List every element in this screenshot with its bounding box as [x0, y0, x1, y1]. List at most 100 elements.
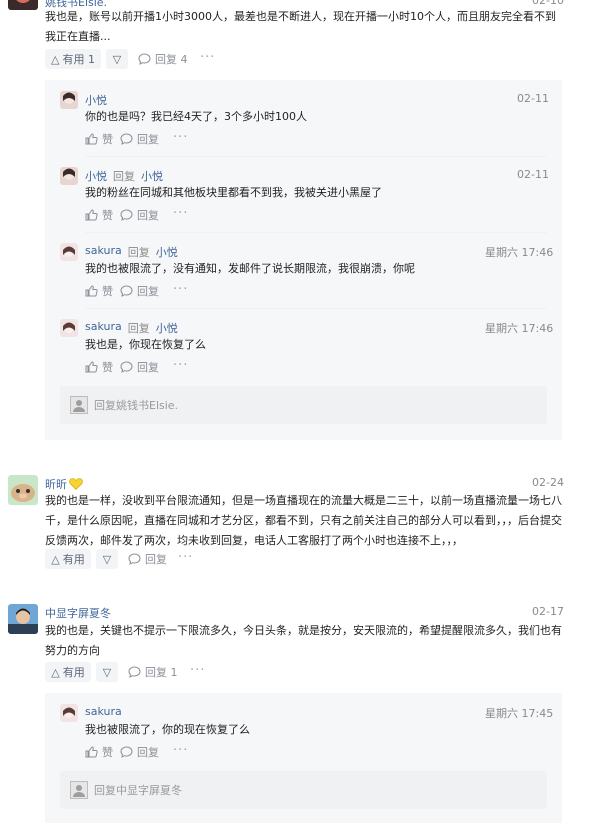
comment-icon: [120, 361, 133, 373]
reply-thread: 小悦 02-11 你的也是吗？我已经4天了，3个多小时100人 赞 回复 ···…: [45, 80, 562, 440]
reply-label: 回复: [137, 133, 159, 146]
more-options-button[interactable]: ···: [173, 206, 188, 221]
reply-date: 星期六 17:45: [485, 707, 554, 720]
more-options-button[interactable]: ···: [200, 50, 215, 65]
reply-label: 回复: [137, 285, 159, 298]
more-options-button[interactable]: ···: [173, 130, 188, 145]
downvote-button[interactable]: ▽: [106, 49, 128, 69]
reply-author[interactable]: 小悦: [85, 92, 107, 108]
useful-button[interactable]: △ 有用: [45, 549, 91, 569]
like-button[interactable]: 赞: [85, 744, 113, 760]
avatar[interactable]: [60, 167, 78, 185]
avatar[interactable]: [8, 0, 38, 10]
reply-count-label: 回复 1: [145, 666, 178, 679]
comment-icon: [120, 285, 133, 297]
reply-author[interactable]: sakura: [85, 320, 122, 336]
comment-text: 我的也是一样，没收到平台限流通知，但是一场直播现在的流量大概是二三十，以前一场直…: [45, 494, 562, 547]
reply-author[interactable]: 小悦: [85, 168, 107, 184]
divider: [85, 232, 547, 233]
thumb-up-icon: [85, 209, 98, 221]
like-button[interactable]: 赞: [85, 359, 113, 375]
avatar[interactable]: [60, 243, 78, 261]
like-button[interactable]: 赞: [85, 131, 113, 147]
reply-target[interactable]: 小悦: [156, 244, 178, 260]
like-label: 赞: [102, 361, 113, 374]
thumb-down-icon: ▽: [102, 552, 112, 566]
comment-date: 02-10: [532, 0, 564, 7]
divider: [85, 308, 547, 309]
comment-icon: [128, 553, 141, 565]
useful-label: 有用: [62, 666, 85, 679]
reply-author[interactable]: sakura: [85, 705, 122, 718]
user-avatar-icon: [70, 396, 88, 414]
useful-label: 有用 1: [62, 53, 95, 66]
reply-toggle-button[interactable]: 回复: [128, 551, 167, 567]
comment-icon: [120, 133, 133, 145]
comment-icon: [128, 666, 141, 678]
more-options-button[interactable]: ···: [173, 358, 188, 373]
reply-text: 我也是，你现在恢复了么: [85, 338, 206, 351]
reply-button[interactable]: 回复: [120, 131, 159, 147]
thumb-up-icon: [85, 361, 98, 373]
thumb-down-icon: ▽: [112, 52, 122, 66]
like-label: 赞: [102, 133, 113, 146]
useful-button[interactable]: △ 有用: [45, 662, 91, 682]
reply-label: 回复: [137, 361, 159, 374]
reply-date: 02-11: [517, 92, 549, 105]
reply-to-word: 回复: [113, 170, 135, 183]
reply-date: 星期六 17:46: [485, 322, 554, 335]
reply-author[interactable]: sakura: [85, 244, 122, 260]
reply-date: 02-11: [517, 168, 549, 181]
downvote-button[interactable]: ▽: [96, 549, 118, 569]
comment-date: 02-24: [532, 476, 564, 489]
thumb-down-icon: ▽: [102, 665, 112, 679]
reply-button[interactable]: 回复: [120, 283, 159, 299]
reply-count-label: 回复 4: [155, 53, 188, 66]
avatar[interactable]: [8, 604, 38, 634]
reply-input-placeholder: 回复姚钱书Elsie.: [94, 399, 179, 412]
comment-text: 我也是，账号以前开播1小时3000人，最差也是不断进人，现在开播一小时10个人，…: [45, 10, 556, 43]
divider: [85, 156, 547, 157]
thumb-up-icon: [85, 746, 98, 758]
like-label: 赞: [102, 746, 113, 759]
useful-button[interactable]: △ 有用 1: [45, 49, 101, 69]
reply-button[interactable]: 回复: [120, 359, 159, 375]
reply-toggle-button[interactable]: 回复 1: [128, 664, 178, 680]
thumb-up-icon: △: [51, 52, 60, 66]
avatar[interactable]: [60, 704, 78, 722]
reply-toggle-button[interactable]: 回复 4: [138, 51, 188, 67]
avatar[interactable]: [8, 475, 38, 505]
avatar[interactable]: [60, 319, 78, 337]
reply-to-word: 回复: [127, 246, 150, 259]
comment-icon: [138, 53, 151, 65]
reply-input[interactable]: 回复中显字屏夏冬: [60, 771, 547, 809]
downvote-button[interactable]: ▽: [96, 662, 118, 682]
commenter-name[interactable]: 中显字屏夏冬: [45, 605, 111, 621]
reply-button[interactable]: 回复: [120, 744, 159, 760]
like-button[interactable]: 赞: [85, 207, 113, 223]
like-label: 赞: [102, 285, 113, 298]
reply-input[interactable]: 回复姚钱书Elsie.: [60, 386, 547, 424]
avatar[interactable]: [60, 91, 78, 109]
thumb-up-icon: [85, 285, 98, 297]
more-options-button[interactable]: ···: [173, 282, 188, 297]
reply-label: 回复: [137, 746, 159, 759]
more-options-button[interactable]: ···: [178, 550, 193, 565]
thumb-up-icon: △: [51, 665, 60, 679]
like-label: 赞: [102, 209, 113, 222]
heart-icon: [69, 478, 83, 490]
reply-text: 你的也是吗？我已经4天了，3个多小时100人: [85, 110, 307, 123]
reply-button[interactable]: 回复: [120, 207, 159, 223]
thumb-up-icon: △: [51, 552, 60, 566]
comment-icon: [120, 746, 133, 758]
like-button[interactable]: 赞: [85, 283, 113, 299]
thumb-up-icon: [85, 133, 98, 145]
more-options-button[interactable]: ···: [190, 663, 205, 678]
comment-icon: [120, 209, 133, 221]
reply-target[interactable]: 小悦: [141, 168, 163, 184]
commenter-name[interactable]: 昕昕: [45, 476, 67, 492]
reply-target[interactable]: 小悦: [156, 320, 178, 336]
user-avatar-icon: [70, 781, 88, 799]
comment-date: 02-17: [532, 605, 564, 618]
more-options-button[interactable]: ···: [173, 743, 188, 758]
